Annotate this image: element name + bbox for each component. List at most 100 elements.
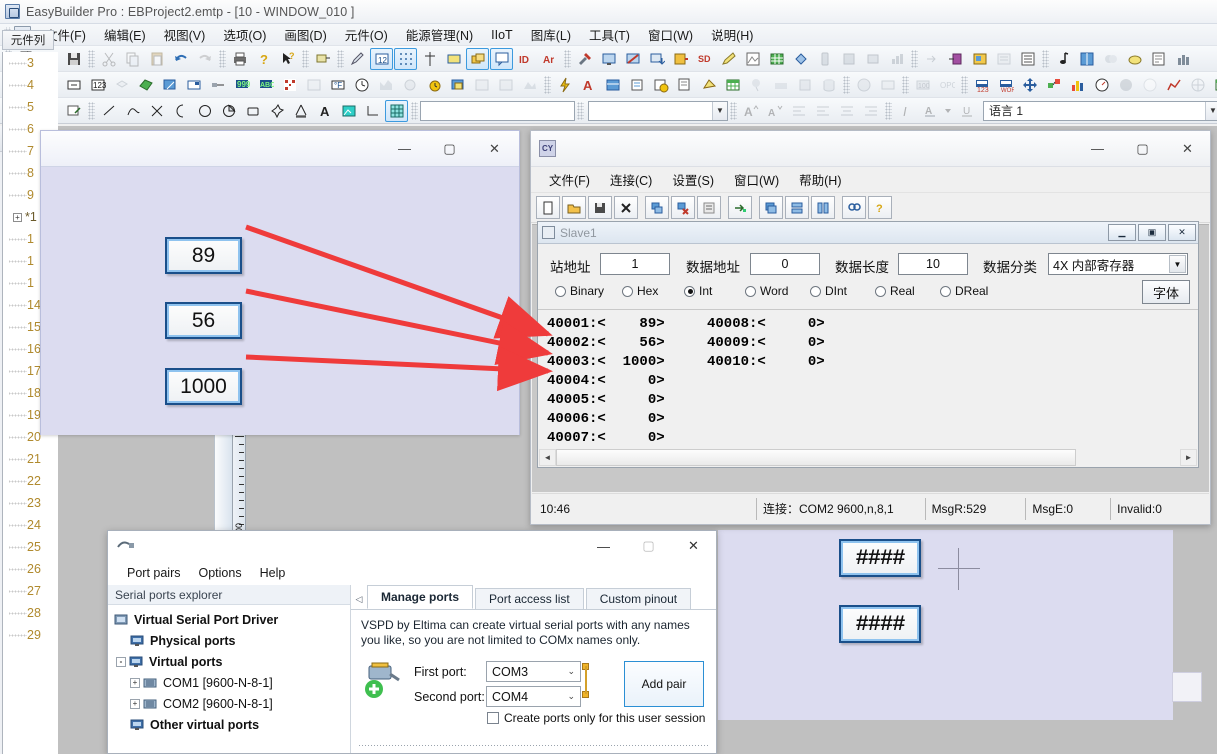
traffic-icon[interactable]: [697, 196, 721, 219]
menu-item-edit[interactable]: 编辑(E): [95, 23, 155, 46]
rectangle-icon[interactable]: [241, 100, 264, 122]
tree-item[interactable]: 3: [3, 52, 58, 74]
video-icon[interactable]: [518, 74, 541, 96]
help-icon[interactable]: ?: [868, 196, 892, 219]
star-icon[interactable]: [265, 100, 288, 122]
cy-menu-connection[interactable]: 连接(C): [600, 168, 662, 191]
menu-item-tools[interactable]: 工具(T): [580, 23, 639, 46]
bitmap-icon[interactable]: [337, 100, 360, 122]
fill-icon[interactable]: [789, 48, 812, 70]
menu-item-energy[interactable]: 能源管理(N): [397, 23, 482, 46]
align-window-icon[interactable]: [442, 48, 465, 70]
box-icon[interactable]: [861, 48, 884, 70]
menu-item-help[interactable]: 说明(H): [702, 23, 762, 46]
maximize-button[interactable]: ▢: [427, 135, 472, 163]
pie-chart-icon[interactable]: [697, 74, 720, 96]
font-combo[interactable]: ▼: [588, 101, 728, 121]
tree-item[interactable]: 26: [3, 558, 58, 580]
close-icon[interactable]: [614, 196, 638, 219]
chevron-down-icon[interactable]: ▼: [1169, 255, 1186, 273]
vspd-menu-port-pairs[interactable]: Port pairs: [118, 564, 190, 582]
cy-minimize-button[interactable]: —: [1075, 135, 1120, 163]
tree-item[interactable]: 24: [3, 514, 58, 536]
register-list[interactable]: 40001:< 89> 40002:< 56> 40003:< 1000> 40…: [539, 310, 1197, 445]
trend-icon[interactable]: [374, 74, 397, 96]
align-left-icon[interactable]: [811, 100, 834, 122]
word-input-icon[interactable]: WORD: [994, 74, 1017, 96]
slave1-restore-button[interactable]: ▣: [1138, 224, 1166, 241]
upload-icon[interactable]: [669, 48, 692, 70]
paste-icon[interactable]: [145, 48, 168, 70]
slave1-minimize-button[interactable]: ▁: [1108, 224, 1136, 241]
trend-graph-icon[interactable]: [1162, 74, 1185, 96]
context-help-icon[interactable]: ?: [276, 48, 299, 70]
align-right-icon[interactable]: [859, 100, 882, 122]
font-grow-icon[interactable]: A: [739, 100, 762, 122]
font-color-icon[interactable]: A: [918, 100, 941, 122]
vspd-menu-options[interactable]: Options: [190, 564, 251, 582]
slider-icon[interactable]: [134, 74, 157, 96]
tree-item[interactable]: 29: [3, 624, 58, 646]
menu-item-options[interactable]: 选项(O): [214, 23, 275, 46]
numeric-keypad-icon[interactable]: 123: [86, 74, 109, 96]
group-icon[interactable]: [466, 48, 489, 70]
chart-lib-icon[interactable]: [1171, 48, 1194, 70]
copy-icon[interactable]: [121, 48, 144, 70]
cy-menu-file[interactable]: 文件(F): [539, 168, 600, 191]
register-hscrollbar[interactable]: ◄ ►: [539, 449, 1197, 466]
move-icon[interactable]: [1018, 74, 1041, 96]
tree-node-root[interactable]: Virtual Serial Port Driver: [112, 609, 350, 630]
sd-icon[interactable]: SD: [693, 48, 716, 70]
tree-node-com2[interactable]: + COM2 [9600-N-8-1]: [112, 693, 350, 714]
menu-item-object[interactable]: 元件(O): [336, 23, 397, 46]
redo-icon[interactable]: [193, 48, 216, 70]
text-icon[interactable]: A: [313, 100, 336, 122]
modbus-slave-window[interactable]: CY — ▢ ✕ 文件(F) 连接(C) 设置(S) 窗口(W) 帮助(H): [530, 130, 1211, 525]
online-sim-icon[interactable]: [597, 48, 620, 70]
vspd-maximize-button[interactable]: ▢: [626, 532, 671, 561]
save-icon[interactable]: [62, 48, 85, 70]
cy-menu-window[interactable]: 窗口(W): [724, 168, 789, 191]
data-address-input[interactable]: 0: [750, 253, 820, 275]
tree-item[interactable]: 23: [3, 492, 58, 514]
cy-menu-setup[interactable]: 设置(S): [662, 168, 724, 191]
font-shrink-icon[interactable]: A: [763, 100, 786, 122]
tree-item[interactable]: 5: [3, 96, 58, 118]
disconnect-icon[interactable]: [671, 196, 695, 219]
recipe-icon[interactable]: [673, 74, 696, 96]
chart-object-icon[interactable]: [876, 74, 899, 96]
menu-item-view[interactable]: 视图(V): [155, 23, 215, 46]
tree-item[interactable]: 21: [3, 448, 58, 470]
function-key-icon[interactable]: [206, 74, 229, 96]
clock-icon[interactable]: [350, 74, 373, 96]
scroll-left-icon[interactable]: ◄: [539, 449, 556, 466]
import-icon[interactable]: [944, 48, 967, 70]
menu-item-window[interactable]: 窗口(W): [639, 23, 702, 46]
minimize-button[interactable]: —: [382, 135, 427, 163]
download-icon[interactable]: [645, 48, 668, 70]
font-button[interactable]: 字体: [1142, 280, 1190, 304]
menu-item-iiot[interactable]: IIoT: [482, 26, 522, 44]
corner-icon[interactable]: [361, 100, 384, 122]
arc-icon[interactable]: [169, 100, 192, 122]
text-object-icon[interactable]: A: [577, 74, 600, 96]
barcode-icon[interactable]: [302, 74, 325, 96]
second-port-select[interactable]: COM4 ⌄: [486, 686, 581, 707]
shape-lib-icon[interactable]: [992, 48, 1015, 70]
alarm-clock-icon[interactable]: [422, 74, 445, 96]
ellipse-icon[interactable]: [193, 100, 216, 122]
menu-item-draw[interactable]: 画图(D): [275, 23, 335, 46]
snap-icon[interactable]: [418, 48, 441, 70]
polyline-icon[interactable]: [121, 100, 144, 122]
polygon-icon[interactable]: [1114, 74, 1137, 96]
qrcode-icon[interactable]: [278, 74, 301, 96]
export-icon[interactable]: [728, 196, 752, 219]
italic-icon[interactable]: I: [894, 100, 917, 122]
tile-vertical-icon[interactable]: [811, 196, 835, 219]
tree-item[interactable]: 4: [3, 74, 58, 96]
numeric-display-icon[interactable]: 999: [230, 74, 253, 96]
build-icon[interactable]: [573, 48, 596, 70]
simulate-icon[interactable]: [311, 48, 334, 70]
expand-icon[interactable]: +: [13, 213, 22, 222]
data-length-input[interactable]: 10: [898, 253, 968, 275]
